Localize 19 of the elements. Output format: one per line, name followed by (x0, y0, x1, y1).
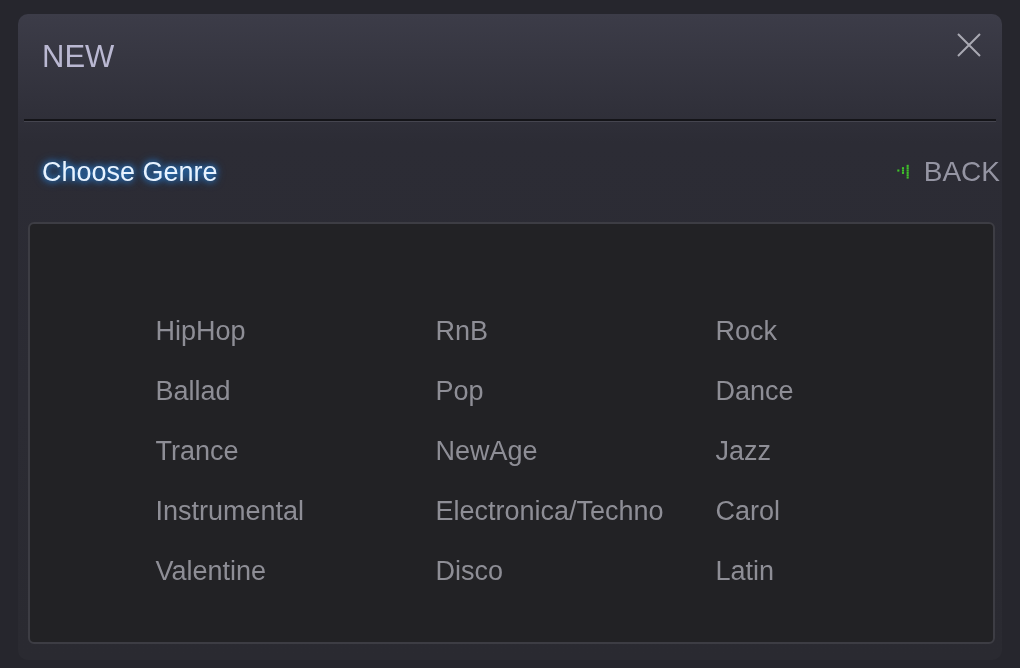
section-heading: Choose Genre (42, 156, 218, 188)
genre-item[interactable]: Jazz (715, 436, 772, 467)
genre-item[interactable]: Dance (715, 376, 794, 407)
genre-item[interactable]: Valentine (155, 556, 267, 587)
genre-item[interactable]: Pop (435, 376, 484, 407)
genre-item[interactable]: Trance (155, 436, 239, 467)
genre-item[interactable]: Rock (715, 316, 777, 347)
close-icon (956, 32, 982, 58)
genre-item[interactable]: Electronica/Techno (435, 496, 664, 527)
genre-item[interactable]: Ballad (155, 376, 231, 407)
genre-item[interactable]: Carol (715, 496, 781, 527)
back-button[interactable]: BACK (895, 156, 1000, 188)
genre-item[interactable]: HipHop (155, 316, 246, 347)
genre-item[interactable]: Latin (715, 556, 775, 587)
window-title: NEW (42, 39, 115, 75)
genre-item[interactable]: RnB (435, 316, 489, 347)
genre-item[interactable]: Instrumental (155, 496, 305, 527)
genre-item[interactable]: NewAge (435, 436, 538, 467)
genre-item[interactable]: Disco (435, 556, 503, 587)
